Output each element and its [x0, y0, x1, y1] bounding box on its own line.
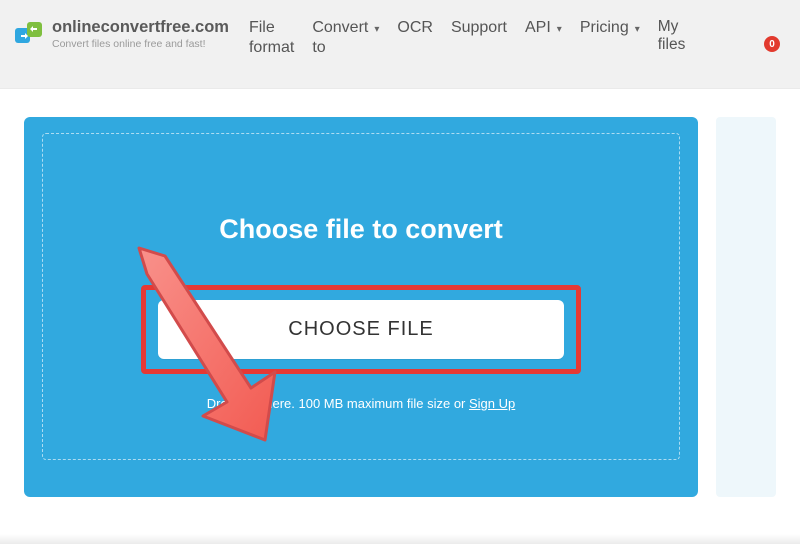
- nav-convert-l1: Convert: [312, 18, 368, 38]
- nav-label: Support: [451, 18, 507, 38]
- nav-ocr[interactable]: OCR: [397, 18, 433, 38]
- drop-panel: Choose file to convert CHOOSE FILE Drop …: [24, 117, 698, 497]
- shadow: [0, 534, 800, 544]
- drop-prefix: Drop files here. 100 MB maximum file siz…: [207, 396, 469, 411]
- nav-support[interactable]: Support: [451, 18, 507, 38]
- brand-title: onlineconvertfree.com: [52, 18, 229, 36]
- nav-file-format-l1: File: [249, 18, 294, 38]
- drop-heading: Choose file to convert: [85, 214, 637, 245]
- nav-label: Pricing: [580, 18, 629, 38]
- drop-subtext: Drop files here. 100 MB maximum file siz…: [85, 396, 637, 411]
- side-strip: [716, 117, 776, 497]
- brand-logo-icon: [14, 18, 44, 48]
- nav-myfiles-l2: files: [658, 36, 686, 54]
- highlight-box: CHOOSE FILE: [141, 285, 581, 374]
- nav-label: API: [525, 18, 551, 38]
- main: Choose file to convert CHOOSE FILE Drop …: [0, 89, 800, 497]
- chevron-down-icon: ▾: [557, 24, 562, 37]
- nav-convert-to[interactable]: Convert to ▾: [312, 18, 379, 58]
- brand[interactable]: onlineconvertfree.com Convert files onli…: [14, 18, 229, 50]
- notification-badge[interactable]: 0: [764, 36, 780, 52]
- nav: File format Convert to ▾ OCR Support API…: [249, 18, 786, 58]
- badge-count: 0: [769, 39, 775, 50]
- nav-label: OCR: [397, 18, 433, 38]
- nav-file-format[interactable]: File format: [249, 18, 294, 58]
- nav-pricing[interactable]: Pricing ▾: [580, 18, 640, 38]
- drop-zone[interactable]: Choose file to convert CHOOSE FILE Drop …: [42, 133, 680, 460]
- nav-file-format-l2: format: [249, 38, 294, 58]
- nav-api[interactable]: API ▾: [525, 18, 562, 38]
- header: onlineconvertfree.com Convert files onli…: [0, 0, 800, 89]
- chevron-down-icon: ▾: [635, 24, 640, 37]
- chevron-down-icon: ▾: [374, 24, 379, 37]
- brand-tagline: Convert files online free and fast!: [52, 38, 229, 50]
- signup-link[interactable]: Sign Up: [469, 396, 515, 411]
- nav-convert-l2: to: [312, 38, 368, 58]
- nav-my-files[interactable]: My files: [658, 18, 686, 54]
- nav-myfiles-l1: My: [658, 18, 686, 36]
- choose-file-button[interactable]: CHOOSE FILE: [158, 300, 564, 359]
